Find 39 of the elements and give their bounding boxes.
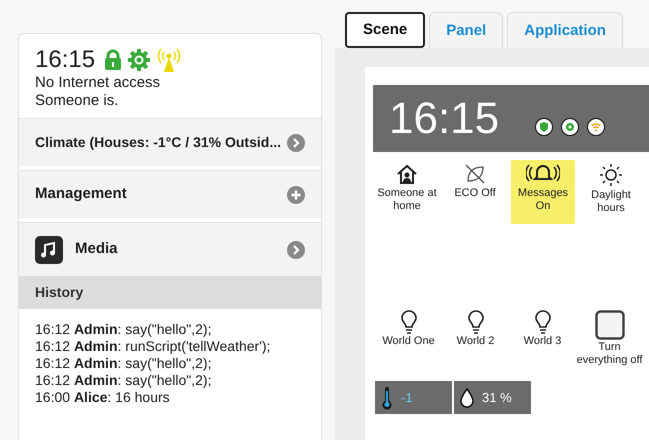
menu-item[interactable]: Climate (Houses: -1°C / 31% Outsid... <box>19 118 321 166</box>
light-button[interactable]: Turn everything off <box>576 310 643 367</box>
history-header: History <box>19 276 321 309</box>
light-button[interactable]: World 2 <box>442 310 509 367</box>
shield-icon <box>535 118 554 136</box>
music-note-icon <box>35 236 63 264</box>
history-entry: 16:12 Admin: say("hello",2); <box>35 355 212 372</box>
clock-time: 16:15 <box>389 96 500 140</box>
menu-item[interactable]: Management <box>19 170 321 218</box>
scene-button[interactable]: Messages On <box>511 160 575 224</box>
light-button[interactable]: World One <box>375 310 442 367</box>
sun-icon <box>599 163 623 187</box>
history-entry: 16:12 Admin: runScript('tellWeather'); <box>35 338 272 355</box>
light-bulb-icon <box>466 310 484 334</box>
thermometer-icon <box>381 386 393 410</box>
history-entry: 16:00 Alice: 16 hours <box>35 389 171 406</box>
light-bulb-icon <box>534 310 552 334</box>
menu-item[interactable]: Media <box>19 222 321 276</box>
lock-icon <box>103 49 124 71</box>
leaf-crossed-icon <box>464 163 486 185</box>
chevron-right-icon <box>287 134 305 152</box>
light-button[interactable]: World 3 <box>509 310 576 367</box>
history-entry: 16:12 Admin: say("hello",2); <box>35 372 212 389</box>
light-bulb-icon <box>400 310 418 334</box>
chevron-right-icon <box>287 240 305 258</box>
tab[interactable]: Scene <box>345 12 426 48</box>
clock-time: 16:15 <box>35 46 96 74</box>
gear-icon <box>127 48 152 72</box>
history-entry: 16:12 Admin: say("hello",2); <box>35 321 212 338</box>
square-icon <box>594 310 624 340</box>
plus-icon <box>287 186 305 204</box>
sensor-tile: -1 <box>375 381 452 414</box>
drop-icon <box>460 388 474 408</box>
wifi-icon <box>587 118 606 136</box>
presence-text: Someone is. <box>35 92 120 110</box>
gear-icon <box>561 118 580 136</box>
house-icon <box>396 163 418 185</box>
sensor-tile: 31 % <box>454 381 531 414</box>
connection-status: No Internet access <box>35 74 160 92</box>
